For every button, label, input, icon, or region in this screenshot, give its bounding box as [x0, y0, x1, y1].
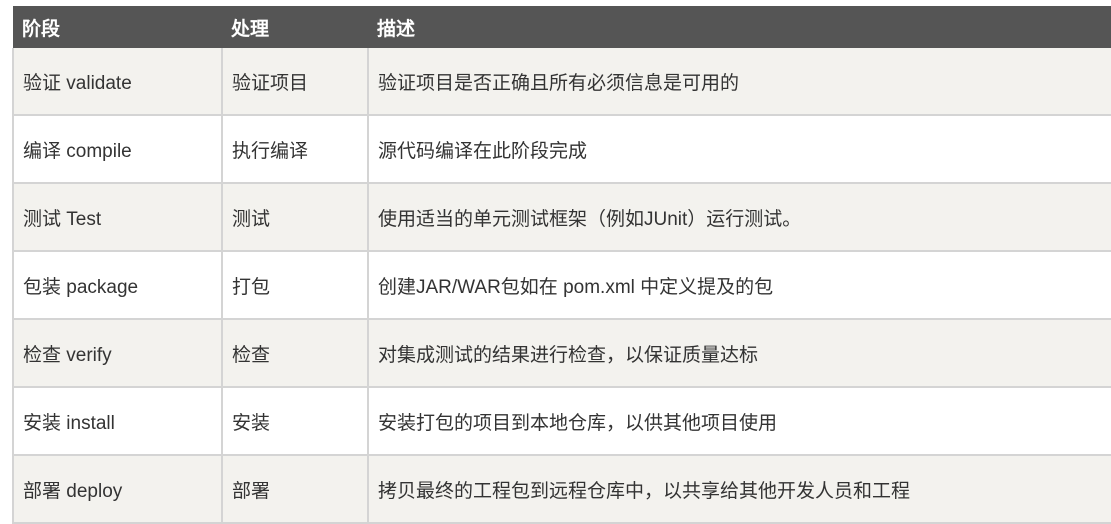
action-cell: 执行编译 [221, 115, 369, 184]
description-cell: 使用适当的单元测试框架（例如JUnit）运行测试。 [367, 183, 1111, 252]
phase-cell: 编译 compile [12, 115, 223, 184]
action-cell: 部署 [221, 455, 369, 524]
action-cell: 打包 [221, 251, 369, 320]
description-cell: 安装打包的项目到本地仓库，以供其他项目使用 [367, 387, 1111, 456]
phase-cell: 部署 deploy [12, 455, 223, 524]
action-cell: 检查 [221, 319, 369, 388]
action-cell: 验证项目 [221, 48, 369, 116]
header-row: 阶段 处理 描述 [13, 6, 1111, 48]
description-cell: 验证项目是否正确且所有必须信息是可用的 [367, 48, 1111, 116]
table-row: 部署 deploy 部署 拷贝最终的工程包到远程仓库中，以共享给其他开发人员和工程 [12, 455, 1111, 524]
table-row: 编译 compile 执行编译 源代码编译在此阶段完成 [12, 115, 1111, 184]
table-row: 包装 package 打包 创建JAR/WAR包如在 pom.xml 中定义提及的包 [12, 251, 1111, 320]
header-action: 处理 [222, 6, 368, 48]
phase-cell: 检查 verify [12, 319, 223, 388]
description-cell: 拷贝最终的工程包到远程仓库中，以共享给其他开发人员和工程 [367, 455, 1111, 524]
phase-cell: 安装 install [12, 387, 223, 456]
table-row: 检查 verify 检查 对集成测试的结果进行检查，以保证质量达标 [12, 319, 1111, 388]
phase-cell: 测试 Test [12, 183, 223, 252]
description-cell: 源代码编译在此阶段完成 [367, 115, 1111, 184]
phase-cell: 验证 validate [12, 48, 223, 116]
header-description: 描述 [368, 6, 1111, 48]
header-phase: 阶段 [13, 6, 222, 48]
table-row: 安装 install 安装 安装打包的项目到本地仓库，以供其他项目使用 [12, 387, 1111, 456]
action-cell: 安装 [221, 387, 369, 456]
maven-lifecycle-table: 阶段 处理 描述 验证 validate 验证项目 验证项目是否正确且所有必须信息是… [12, 6, 1111, 524]
table-row: 验证 validate 验证项目 验证项目是否正确且所有必须信息是可用的 [12, 48, 1111, 116]
phase-cell: 包装 package [12, 251, 223, 320]
action-cell: 测试 [221, 183, 369, 252]
description-cell: 创建JAR/WAR包如在 pom.xml 中定义提及的包 [367, 251, 1111, 320]
table-row: 测试 Test 测试 使用适当的单元测试框架（例如JUnit）运行测试。 [12, 183, 1111, 252]
description-cell: 对集成测试的结果进行检查，以保证质量达标 [367, 319, 1111, 388]
